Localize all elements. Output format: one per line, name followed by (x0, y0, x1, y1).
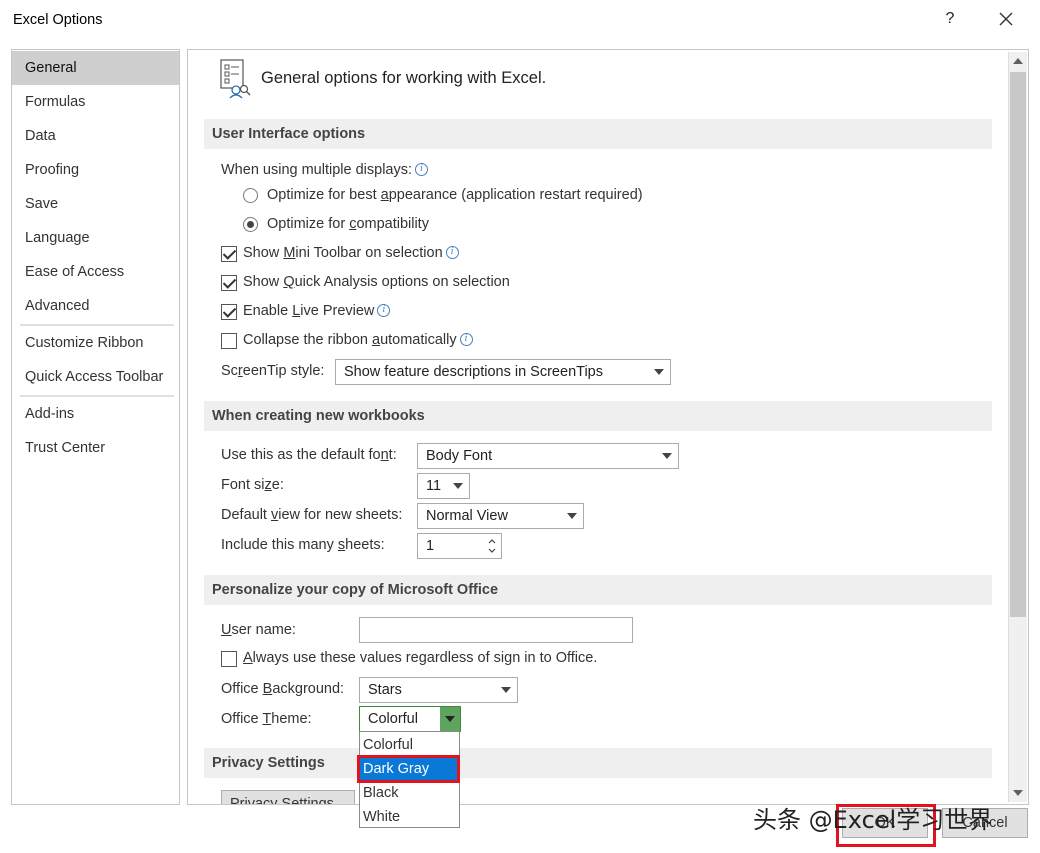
office-background-label: Office Background: (221, 681, 345, 697)
nav-item-proofing[interactable]: Proofing (12, 153, 179, 187)
nav-item-language[interactable]: Language (12, 221, 179, 255)
theme-option-black[interactable]: Black (360, 781, 459, 805)
multiple-displays-label: When using multiple displays: i (221, 162, 429, 178)
nav-item-trust-center[interactable]: Trust Center (12, 431, 179, 465)
font-size-label: Font size: (221, 477, 284, 493)
checkbox-live-preview[interactable] (221, 304, 237, 320)
privacy-settings-button[interactable]: Privacy Settings... (221, 790, 355, 804)
checkbox-collapse-ribbon[interactable] (221, 333, 237, 349)
nav-item-general[interactable]: General (12, 51, 179, 85)
live-preview-label[interactable]: Enable Live Preview i (243, 303, 391, 319)
watermark-text: 头条 @Excel学习世界 (753, 806, 993, 834)
section-ui-options: User Interface options (204, 119, 992, 149)
checkbox-always-use-values[interactable] (221, 651, 237, 667)
spinner-arrows-icon[interactable] (487, 537, 497, 555)
scroll-thumb[interactable] (1010, 72, 1026, 617)
info-icon: i (445, 246, 459, 259)
info-icon: i (377, 304, 391, 317)
radio-compatibility[interactable] (243, 217, 258, 232)
nav-item-ease-of-access[interactable]: Ease of Access (12, 255, 179, 289)
general-options-icon (219, 59, 255, 99)
checkbox-quick-analysis[interactable] (221, 275, 237, 291)
nav-item-save[interactable]: Save (12, 187, 179, 221)
section-privacy: Privacy Settings (204, 748, 992, 778)
sheets-count-spinner[interactable]: 1 (417, 533, 502, 559)
close-icon[interactable] (996, 9, 1016, 29)
page-heading: General options for working with Excel. (261, 69, 547, 87)
options-panel: General options for working with Excel. … (187, 49, 1029, 805)
theme-option-colorful[interactable]: Colorful (360, 733, 459, 757)
screentip-style-select[interactable]: Show feature descriptions in ScreenTips (335, 359, 671, 385)
collapse-ribbon-label[interactable]: Collapse the ribbon automatically i (243, 332, 473, 348)
vertical-scrollbar[interactable] (1008, 52, 1027, 802)
radio-compatibility-label[interactable]: Optimize for compatibility (267, 216, 429, 232)
chevron-down-icon (445, 716, 455, 722)
default-font-select[interactable]: Body Font (417, 443, 679, 469)
chevron-down-icon (501, 687, 511, 693)
nav-item-formulas[interactable]: Formulas (12, 85, 179, 119)
chevron-down-icon (654, 369, 664, 375)
always-use-values-label[interactable]: Always use these values regardless of si… (243, 650, 597, 666)
window-title: Excel Options (13, 12, 103, 28)
default-font-label: Use this as the default font: (221, 447, 397, 463)
mini-toolbar-label[interactable]: Show Mini Toolbar on selection i (243, 245, 459, 261)
user-name-label: User name: (221, 622, 296, 638)
nav-item-quick-access-toolbar[interactable]: Quick Access Toolbar (12, 360, 179, 394)
arrow-up-icon (1013, 58, 1023, 64)
arrow-down-icon (1013, 790, 1023, 796)
nav-item-customize-ribbon[interactable]: Customize Ribbon (12, 326, 179, 360)
theme-option-white[interactable]: White (360, 805, 459, 829)
office-theme-label: Office Theme: (221, 711, 312, 727)
sheets-count-label: Include this many sheets: (221, 537, 385, 553)
title-bar: Excel Options ? (0, 0, 1040, 44)
font-size-select[interactable]: 11 (417, 473, 470, 499)
theme-dropdown-button[interactable] (440, 707, 460, 731)
default-view-label: Default view for new sheets: (221, 507, 403, 523)
radio-best-appearance[interactable] (243, 188, 258, 203)
chevron-down-icon (567, 513, 577, 519)
screentip-label: ScreenTip style: (221, 363, 325, 379)
nav-item-advanced[interactable]: Advanced (12, 289, 179, 323)
scroll-down-button[interactable] (1009, 784, 1027, 802)
default-view-select[interactable]: Normal View (417, 503, 584, 529)
section-personalize: Personalize your copy of Microsoft Offic… (204, 575, 992, 605)
user-name-input[interactable] (359, 617, 633, 643)
radio-best-appearance-label[interactable]: Optimize for best appearance (applicatio… (267, 187, 643, 203)
quick-analysis-label[interactable]: Show Quick Analysis options on selection (243, 274, 510, 290)
info-icon: i (415, 163, 429, 176)
nav-item-data[interactable]: Data (12, 119, 179, 153)
highlight-box-dark-gray (357, 755, 460, 783)
office-theme-select[interactable]: Colorful (359, 706, 461, 732)
help-button[interactable]: ? (943, 10, 957, 28)
section-new-workbooks: When creating new workbooks (204, 401, 992, 431)
chevron-down-icon (662, 453, 672, 459)
checkbox-mini-toolbar[interactable] (221, 246, 237, 262)
scroll-up-button[interactable] (1009, 52, 1027, 70)
office-background-select[interactable]: Stars (359, 677, 518, 703)
chevron-down-icon (453, 483, 463, 489)
info-icon: i (459, 333, 473, 346)
nav-item-add-ins[interactable]: Add-ins (12, 397, 179, 431)
category-nav: General Formulas Data Proofing Save Lang… (11, 49, 180, 805)
